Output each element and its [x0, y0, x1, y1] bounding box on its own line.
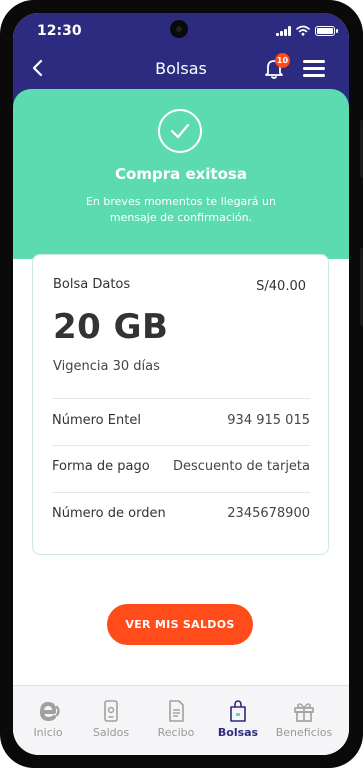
package-validity: Vigencia 30 días — [53, 359, 160, 374]
tab-label: Bolsas — [217, 726, 259, 739]
front-camera — [170, 20, 188, 38]
tab-inicio[interactable]: Inicio — [16, 686, 80, 755]
detail-value-payment: Descuento de tarjeta — [172, 459, 310, 474]
wifi-icon — [296, 25, 310, 36]
package-size: 20 GB — [53, 307, 169, 347]
tab-label: Inicio — [33, 726, 63, 739]
tab-recibo[interactable]: Recibo — [144, 686, 208, 755]
package-type-label: Bolsa Datos — [53, 277, 131, 292]
divider — [52, 492, 310, 493]
tab-label: Beneficios — [275, 726, 333, 739]
success-message: En breves momentos te llegará un mensaje… — [85, 195, 276, 224]
status-icons — [276, 25, 338, 36]
tab-label: Recibo — [157, 726, 195, 739]
detail-value-order: 2345678900 — [227, 506, 310, 521]
app-screen: 12:30 Bolsas 10 Compra exitosa En breves… — [13, 13, 349, 755]
phone-icon — [104, 700, 118, 722]
hamburger-menu-icon[interactable] — [301, 57, 327, 79]
divider — [52, 445, 310, 446]
notification-badge: 10 — [275, 53, 290, 68]
detail-label-phone: Número Entel — [52, 413, 141, 428]
divider — [52, 398, 310, 399]
status-bar: 12:30 — [13, 13, 349, 47]
tab-beneficios[interactable]: Beneficios — [272, 686, 336, 755]
purchase-summary-card: Bolsa Datos S/40.00 20 GB Vigencia 30 dí… — [32, 254, 329, 555]
page-title: Bolsas — [155, 59, 207, 78]
tab-label: Saldos — [92, 726, 130, 739]
bottom-nav: Inicio Saldos Recibo Bolsas Beneficios — [13, 685, 349, 755]
check-circle-icon — [158, 109, 202, 153]
success-title: Compra exitosa — [115, 165, 247, 183]
detail-label-payment: Forma de pago — [52, 459, 150, 474]
package-price: S/40.00 — [256, 279, 306, 294]
phone-frame: 12:30 Bolsas 10 Compra exitosa En breves… — [0, 0, 363, 768]
tab-saldos[interactable]: Saldos — [79, 686, 143, 755]
detail-label-order: Número de orden — [52, 506, 166, 521]
gift-icon — [294, 703, 314, 722]
detail-value-phone: 934 915 015 — [227, 413, 310, 428]
signal-icon — [276, 25, 291, 36]
top-nav: Bolsas 10 — [13, 47, 349, 89]
entel-logo-icon — [39, 701, 60, 722]
view-balances-button[interactable]: VER MIS SALDOS — [107, 604, 253, 645]
tab-bolsas[interactable]: Bolsas — [206, 686, 270, 755]
bag-icon — [230, 700, 246, 722]
battery-icon — [315, 25, 338, 36]
receipt-icon — [169, 700, 184, 722]
status-time: 12:30 — [37, 23, 82, 39]
